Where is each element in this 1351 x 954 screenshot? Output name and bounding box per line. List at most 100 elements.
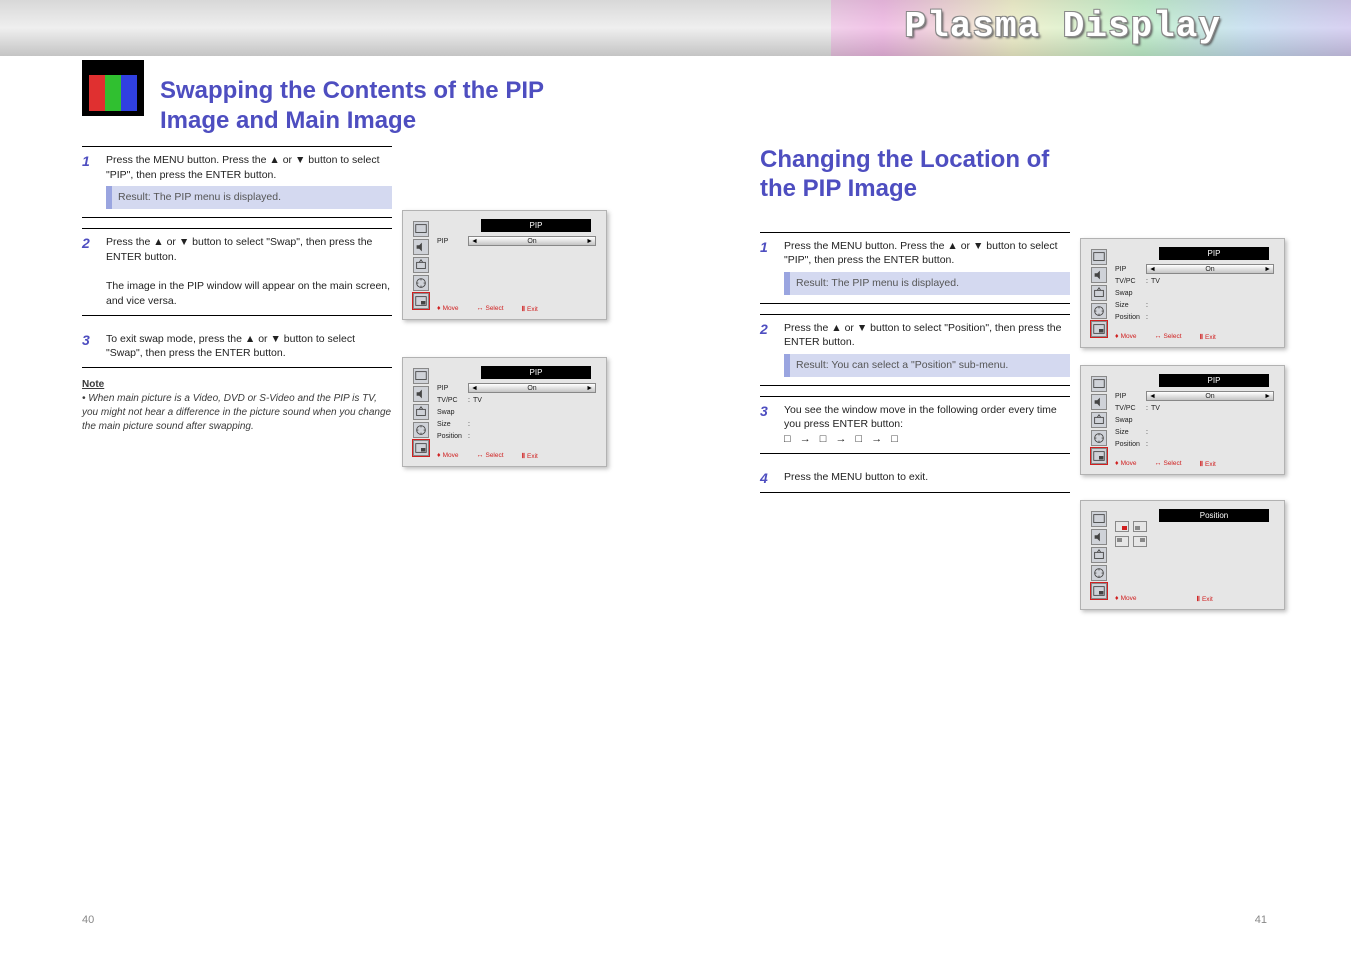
osd-row-label: TV/PC (437, 397, 465, 404)
osd-footer-select: ↔Select (1154, 460, 1181, 468)
osd-footer-select: ↔Select (476, 452, 503, 460)
left-arrow-icon: ◄ (1149, 266, 1156, 273)
step-text-body: Press the ▲ or ▼ button to select "Swap"… (106, 236, 372, 263)
osd-footer-move: ♦Move (1115, 460, 1136, 468)
osd-row-label: Size (437, 421, 465, 428)
position-option-icon (1115, 536, 1129, 547)
picture-icon (413, 368, 429, 384)
tv-icon (82, 60, 144, 116)
osd-footer-move: ♦Move (1115, 595, 1136, 603)
osd-scrollbar: ◄ On ► (1146, 391, 1274, 401)
right-column: Changing the Location of the PIP Image 1… (760, 146, 1070, 503)
position-option-icon (1133, 521, 1147, 532)
osd-title: PIP (1159, 247, 1269, 260)
step-text: Press the MENU button. Press the ▲ or ▼ … (106, 153, 392, 211)
pip-icon (1091, 583, 1107, 599)
osd-footer-exit: ⅡExit (522, 452, 538, 460)
osd-row-label: Position (1115, 441, 1143, 448)
left-step-1: 1 Press the MENU button. Press the ▲ or … (82, 146, 392, 218)
position-option-icon (1115, 521, 1129, 532)
step-text-body: You see the window move in the following… (784, 404, 1057, 431)
osd-footer-exit: ⅡExit (1200, 460, 1216, 468)
right-step-2: 2 Press the ▲ or ▼ button to select "Pos… (760, 314, 1070, 386)
page-number-right: 41 (1255, 914, 1267, 926)
osd-scrollbar: ◄ On ► (468, 236, 596, 246)
osd-screenshot-1: PIP PIP ◄ On ► ♦Move ↔Select ⅡExit (402, 210, 607, 320)
osd-row-label: Swap (437, 409, 465, 416)
osd-row-label: PIP (437, 385, 465, 392)
osd-footer-exit: ⅡExit (1200, 333, 1216, 341)
osd-row-label: TV/PC (1115, 278, 1143, 285)
osd-screenshot-2: PIP PIP ◄ On ► TV/PC:TV Swap Size: Posit… (402, 357, 607, 467)
step-number: 3 (82, 332, 106, 348)
channel-icon (1091, 412, 1107, 428)
osd-screenshot-4: PIP PIP ◄ On ► TV/PC:TV Swap Size: Posit… (1080, 365, 1285, 475)
step-text: Press the MENU button to exit. (784, 470, 1070, 485)
section-title: Swapping the Contents of the PIP Image a… (160, 76, 544, 136)
left-arrow-icon: ◄ (471, 238, 478, 245)
osd-row-label: Position (1115, 314, 1143, 321)
step-text-body: Press the ▲ or ▼ button to select "Posit… (784, 322, 1061, 349)
osd-footer-select: ↔Select (1154, 333, 1181, 341)
channel-icon (413, 257, 429, 273)
right-arrow-icon: ► (1264, 266, 1271, 273)
position-option-icon (1133, 536, 1147, 547)
right-step-1: 1 Press the MENU button. Press the ▲ or … (760, 232, 1070, 304)
osd-title: PIP (481, 366, 591, 379)
step-text: Press the ▲ or ▼ button to select "Posit… (784, 321, 1070, 379)
osd-row-value: TV (473, 397, 482, 404)
sound-icon (413, 239, 429, 255)
osd-row-label: Size (1115, 302, 1143, 309)
pip-icon (1091, 448, 1107, 464)
osd-footer-select: ↔Select (476, 305, 503, 313)
osd-row-value: TV (1151, 278, 1160, 285)
channel-icon (1091, 547, 1107, 563)
setup-icon (1091, 430, 1107, 446)
step-text: You see the window move in the following… (784, 403, 1070, 448)
note-label: Note (82, 379, 104, 390)
left-column: 1 Press the MENU button. Press the ▲ or … (82, 146, 392, 434)
osd-scroll-value: On (1205, 266, 1214, 273)
osd-footer-exit: ⅡExit (1196, 595, 1212, 603)
step-order: □ → □ → □ → □ (784, 433, 901, 445)
page-number-left: 40 (82, 914, 94, 926)
osd-scroll-value: On (1205, 393, 1214, 400)
osd-scroll-value: On (527, 238, 536, 245)
right-arrow-icon: ► (586, 238, 593, 245)
section-title-line2: Image and Main Image (160, 107, 416, 134)
step-text-body: Press the MENU button to exit. (784, 471, 928, 483)
setup-icon (413, 275, 429, 291)
osd-footer-move: ♦Move (1115, 333, 1136, 341)
note-block: Note • When main picture is a Video, DVD… (82, 378, 392, 434)
channel-icon (413, 404, 429, 420)
sound-icon (1091, 529, 1107, 545)
right-arrow-icon: ► (586, 385, 593, 392)
step-number: 3 (760, 403, 784, 419)
step-text-body: Press the MENU button. Press the ▲ or ▼ … (106, 154, 380, 181)
step-result: Result: The PIP menu is displayed. (106, 186, 392, 209)
right-arrow-icon: ► (1264, 393, 1271, 400)
step-number: 1 (760, 239, 784, 255)
step-text: Press the ▲ or ▼ button to select "Swap"… (106, 235, 392, 308)
osd-screenshot-5: Position ♦Move ⅡExit (1080, 500, 1285, 610)
step-text-body: Press the MENU button. Press the ▲ or ▼ … (784, 240, 1058, 267)
left-step-2: 2 Press the ▲ or ▼ button to select "Swa… (82, 228, 392, 315)
step-number: 2 (760, 321, 784, 337)
step-result: Result: You can select a "Position" sub-… (784, 354, 1070, 377)
page-banner: Plasma Display (0, 0, 1351, 56)
sound-icon (413, 386, 429, 402)
pip-icon (413, 293, 429, 309)
osd-row-label: TV/PC (1115, 405, 1143, 412)
setup-icon (1091, 303, 1107, 319)
step-number: 1 (82, 153, 106, 169)
note-text: When main picture is a Video, DVD or S-V… (82, 393, 391, 432)
osd-footer-exit: ⅡExit (522, 305, 538, 313)
picture-icon (1091, 249, 1107, 265)
osd-row-label: PIP (1115, 393, 1143, 400)
sound-icon (1091, 394, 1107, 410)
osd-screenshot-3: PIP PIP ◄ On ► TV/PC:TV Swap Size: Posit… (1080, 238, 1285, 348)
step-result: Result: The PIP menu is displayed. (784, 272, 1070, 295)
sound-icon (1091, 267, 1107, 283)
channel-icon (1091, 285, 1107, 301)
step-number: 2 (82, 235, 106, 251)
